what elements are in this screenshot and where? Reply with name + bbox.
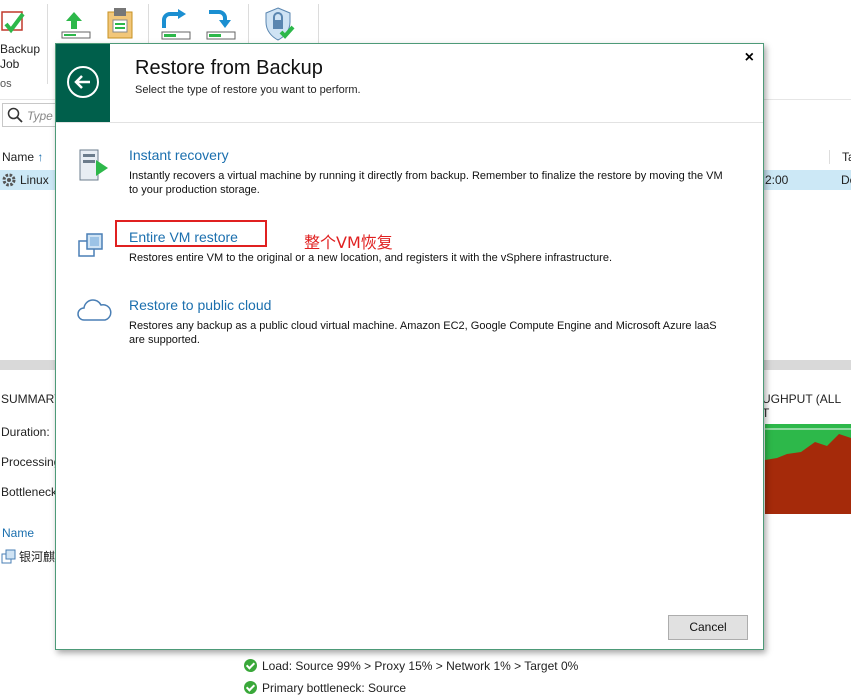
- security-shield-icon[interactable]: [262, 6, 296, 45]
- status-bottleneck: Primary bottleneck: Source: [244, 681, 407, 695]
- status-load: Load: Source 99% > Proxy 15% > Network 1…: [244, 659, 579, 673]
- backup-job-icon[interactable]: [0, 8, 28, 43]
- highlight-box: [115, 220, 267, 247]
- close-button[interactable]: ×: [745, 50, 754, 66]
- instant-recovery-icon: [76, 148, 112, 187]
- sort-ascending-icon: ↑: [37, 150, 44, 164]
- clipboard-icon[interactable]: [105, 6, 135, 43]
- header-divider: [56, 122, 763, 123]
- throughput-title: UGHPUT (ALL T: [762, 392, 841, 420]
- move-down-icon[interactable]: [205, 8, 239, 45]
- backup-job-label[interactable]: Backup: [0, 42, 40, 57]
- processing-label: Processing: [1, 455, 61, 469]
- search-icon: [7, 107, 23, 126]
- option-title[interactable]: Restore to public cloud: [129, 297, 271, 313]
- ribbon-separator: [47, 4, 48, 84]
- search-input[interactable]: Type: [2, 103, 62, 127]
- dialog-header: Restore from Backup Select the type of r…: [56, 44, 763, 122]
- row-type: De: [841, 173, 851, 187]
- vm-column-header-name[interactable]: Name: [2, 526, 34, 540]
- dialog-subtitle: Select the type of restore you want to p…: [135, 84, 361, 96]
- entire-vm-icon: [76, 230, 108, 265]
- row-name: Linux: [20, 173, 49, 187]
- success-check-icon: [244, 659, 257, 672]
- summary-title: SUMMARY: [1, 392, 63, 406]
- ribbon-group-label: os: [0, 78, 12, 90]
- column-header-name-label: Name: [2, 150, 35, 164]
- cloud-icon: [76, 296, 112, 327]
- column-header-type[interactable]: Ta: [829, 150, 851, 164]
- status-bottleneck-text: Primary bottleneck: Source: [262, 681, 407, 695]
- option-description: Restores any backup as a public cloud vi…: [129, 320, 717, 346]
- cancel-button[interactable]: Cancel: [668, 615, 748, 640]
- bottleneck-label: Bottleneck: [1, 485, 58, 499]
- search-placeholder: Type: [27, 109, 53, 123]
- status-load-text: Load: Source 99% > Proxy 15% > Network 1…: [262, 659, 579, 673]
- annotation-text: 整个VM恢复: [304, 233, 393, 252]
- success-check-icon: [244, 681, 257, 694]
- option-description: Instantly recovers a virtual machine by …: [129, 170, 723, 196]
- back-arrow-icon: [67, 66, 99, 98]
- duration-label: Duration:: [1, 425, 50, 439]
- option-description: Restores entire VM to the original or a …: [129, 252, 613, 264]
- column-header-name[interactable]: Name ↑: [2, 150, 43, 164]
- back-button[interactable]: [56, 44, 110, 122]
- row-time: 2:00: [765, 173, 789, 187]
- gear-icon: [1, 172, 17, 191]
- restore-dialog: Restore from Backup Select the type of r…: [55, 43, 764, 650]
- vm-item-name: 银河麒: [19, 550, 56, 564]
- upload-icon[interactable]: [60, 10, 92, 43]
- throughput-chart: [765, 424, 851, 514]
- dialog-title: Restore from Backup: [135, 57, 323, 79]
- backup-job-label-2[interactable]: Job: [0, 57, 19, 72]
- move-up-icon[interactable]: [160, 8, 194, 45]
- option-title[interactable]: Instant recovery: [129, 147, 229, 163]
- vm-icon: [1, 549, 17, 568]
